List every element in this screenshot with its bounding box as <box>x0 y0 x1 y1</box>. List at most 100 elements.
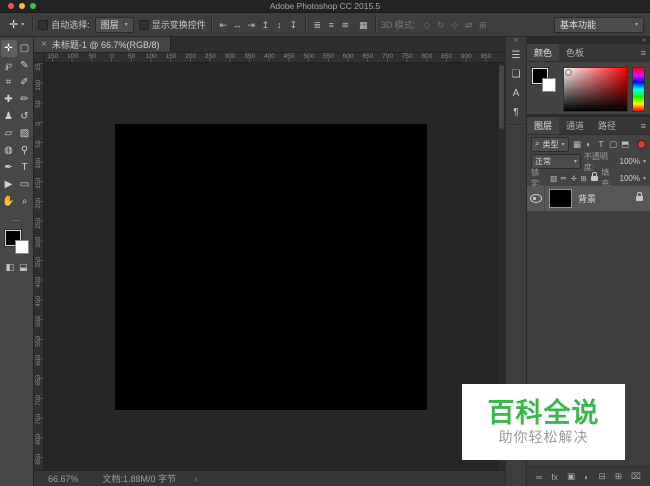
align-right-edges-icon[interactable]: ⇥ <box>245 18 258 32</box>
align-bottom-edges-icon[interactable]: ↧ <box>287 18 300 32</box>
horizontal-ruler[interactable]: 1501005005010015020025030035040045050055… <box>44 53 505 63</box>
adjustments-panel-icon[interactable]: ☰ <box>507 47 525 64</box>
edit-toolbar-button[interactable]: … <box>0 213 33 223</box>
tab-color[interactable]: 颜色 <box>527 44 559 61</box>
panel-menu-icon[interactable]: ≡ <box>637 44 650 61</box>
screen-mode-button[interactable]: ⬓ <box>19 262 28 273</box>
3d-slide-icon[interactable]: ⇄ <box>462 18 475 32</box>
vertical-scrollbar-thumb[interactable] <box>499 65 504 129</box>
checkbox-box[interactable] <box>38 20 48 30</box>
vertical-ruler[interactable]: 1501005005010015020025030035040045050055… <box>34 63 44 470</box>
dodge-tool[interactable]: ⚲ <box>17 142 33 159</box>
spot-healing-brush-tool[interactable]: ✚ <box>1 91 17 108</box>
collapse-panels-chevron-icon[interactable]: » <box>527 37 650 44</box>
lock-all-icon[interactable] <box>591 176 598 181</box>
move-tool[interactable]: ✛ <box>1 40 17 57</box>
blend-mode-value: 正常 <box>535 156 551 167</box>
filter-smart-objects-icon[interactable]: ⬒ <box>620 139 631 150</box>
lock-artboard-icon[interactable]: ⊞ <box>579 174 588 183</box>
hue-slider[interactable] <box>632 67 645 112</box>
panel-menu-icon[interactable]: ≡ <box>637 117 650 134</box>
character-panel-icon[interactable]: A <box>507 85 525 102</box>
auto-align-layers-button[interactable]: ▦ <box>357 18 370 32</box>
filter-adjustment-layers-icon[interactable]: ◐ <box>584 139 595 150</box>
color-picker-cursor[interactable] <box>565 69 572 76</box>
close-document-icon[interactable]: × <box>41 39 47 50</box>
layer-row-background[interactable]: 背景 <box>527 186 650 211</box>
fill-value[interactable]: 100% <box>620 174 640 183</box>
quick-mask-mode-button[interactable]: ◧ <box>5 262 14 273</box>
rectangle-tool[interactable]: ▭ <box>17 176 33 193</box>
tab-swatches[interactable]: 色板 <box>559 44 591 61</box>
new-layer-icon[interactable]: ⊞ <box>615 471 622 482</box>
distribute-vertical-centers-icon[interactable]: ≡ <box>325 18 338 32</box>
gradient-tool[interactable]: ▨ <box>17 125 33 142</box>
auto-select-checkbox[interactable]: 自动选择: <box>38 18 90 31</box>
layer-thumbnail[interactable] <box>549 189 572 208</box>
3d-drag-icon[interactable]: ⊹ <box>448 18 461 32</box>
blur-tool[interactable]: ◍ <box>1 142 17 159</box>
show-transform-controls-checkbox[interactable]: 显示变换控件 <box>139 18 206 31</box>
lock-transparent-pixels-icon[interactable]: ▨ <box>549 174 558 183</box>
layer-group-icon[interactable]: ⊟ <box>599 471 606 482</box>
status-options-arrow-icon[interactable]: › <box>194 474 197 484</box>
saturation-brightness-field[interactable] <box>563 67 628 112</box>
filter-shape-layers-icon[interactable]: ▢ <box>608 139 619 150</box>
tool-preset-picker[interactable]: ✛ ▾ <box>6 17 27 32</box>
eyedropper-tool[interactable]: ✐ <box>17 74 33 91</box>
tab-channels[interactable]: 通道 <box>559 117 591 134</box>
pen-tool[interactable]: ✒ <box>1 159 17 176</box>
show-transform-controls-label: 显示变换控件 <box>152 18 206 31</box>
hand-tool[interactable]: ✋ <box>1 193 17 210</box>
workspace-switcher-dropdown[interactable]: 基本功能 ▾ <box>554 17 644 33</box>
document-canvas[interactable] <box>115 124 427 410</box>
opacity-value[interactable]: 100% <box>620 157 640 166</box>
paragraph-panel-icon[interactable]: ¶ <box>507 104 525 121</box>
3d-scale-icon[interactable]: ⊞ <box>476 18 489 32</box>
3d-roll-icon[interactable]: ↻ <box>434 18 447 32</box>
adjustment-layer-icon[interactable]: ◐ <box>584 472 589 482</box>
filter-on-off-toggle[interactable] <box>637 140 646 149</box>
lasso-tool[interactable]: ℘ <box>1 57 17 74</box>
layer-visibility-cell[interactable] <box>527 186 545 211</box>
delete-layer-icon[interactable]: ⌧ <box>631 471 641 482</box>
background-color-swatch[interactable] <box>542 78 556 92</box>
tab-paths[interactable]: 路径 <box>591 117 623 134</box>
background-color-swatch[interactable] <box>15 240 29 254</box>
align-top-edges-icon[interactable]: ↥ <box>259 18 272 32</box>
layer-filter-type-dropdown[interactable]: ⌕ 类型 ▾ <box>531 137 569 152</box>
zoom-level-field[interactable]: 66.67% <box>48 474 79 484</box>
quick-selection-tool[interactable]: ✎ <box>17 57 33 74</box>
rectangular-marquee-tool[interactable]: ▢ <box>17 40 33 57</box>
3d-rotate-icon[interactable]: ◇ <box>420 18 433 32</box>
libraries-panel-icon[interactable]: ❏ <box>507 66 525 83</box>
horizontal-type-tool[interactable]: T <box>17 159 33 176</box>
ruler-corner[interactable] <box>34 53 44 63</box>
auto-select-target-dropdown[interactable]: 图层 ▾ <box>95 17 134 33</box>
align-vertical-centers-icon[interactable]: ↕ <box>273 18 286 32</box>
clone-stamp-tool[interactable]: ♟ <box>1 108 17 125</box>
zoom-tool[interactable]: ⌕ <box>17 193 33 210</box>
lock-image-pixels-icon[interactable]: ✏ <box>559 174 568 183</box>
layer-mask-icon[interactable]: ▣ <box>567 471 575 482</box>
path-selection-tool[interactable]: ▶ <box>1 176 17 193</box>
foreground-background-swatches <box>5 230 29 254</box>
checkbox-box[interactable] <box>139 20 149 30</box>
filter-type-layers-icon[interactable]: T <box>596 139 607 150</box>
document-viewport[interactable] <box>44 63 497 470</box>
crop-tool[interactable]: ⌗ <box>1 74 17 91</box>
distribute-bottom-edges-icon[interactable]: ≋ <box>339 18 352 32</box>
distribute-top-edges-icon[interactable]: ≣ <box>311 18 324 32</box>
align-left-edges-icon[interactable]: ⇤ <box>217 18 230 32</box>
filter-pixel-layers-icon[interactable]: ▦ <box>572 139 583 150</box>
link-layers-icon[interactable]: ∞ <box>536 472 542 482</box>
expand-dock-chevron-icon[interactable]: « <box>506 37 526 45</box>
layer-style-icon[interactable]: fx <box>551 472 558 482</box>
document-tab[interactable]: × 未标题-1 @ 66.7%(RGB/8) <box>34 37 171 52</box>
tab-layers[interactable]: 图层 <box>527 117 559 134</box>
history-brush-tool[interactable]: ↺ <box>17 108 33 125</box>
align-horizontal-centers-icon[interactable]: ↔ <box>231 18 244 32</box>
brush-tool[interactable]: ✏ <box>17 91 33 108</box>
eraser-tool[interactable]: ▱ <box>1 125 17 142</box>
lock-position-icon[interactable]: ✛ <box>569 174 578 183</box>
